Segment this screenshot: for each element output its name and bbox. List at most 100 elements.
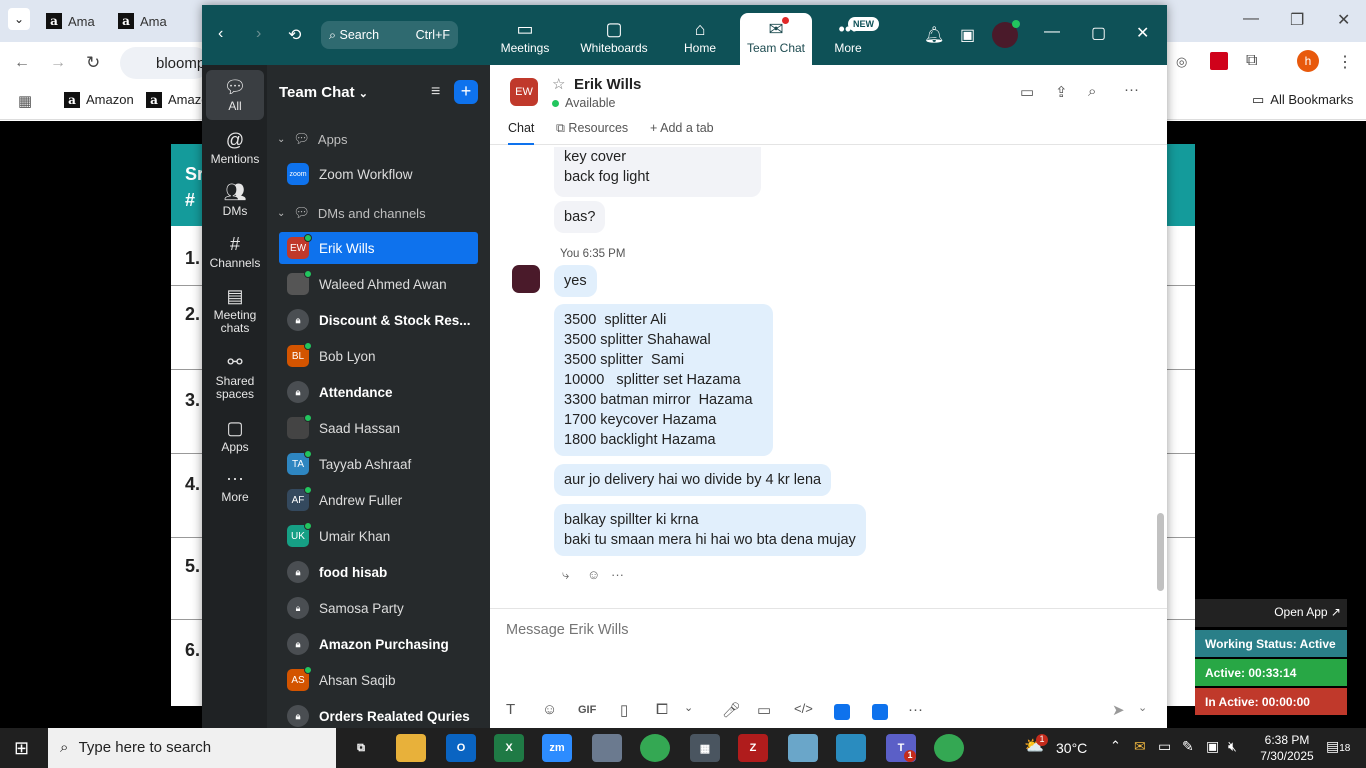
- nav-whiteboards[interactable]: ▢ Whiteboards: [576, 19, 652, 55]
- more-actions-icon[interactable]: ···: [611, 567, 624, 582]
- emoji-reaction-icon[interactable]: ☺: [587, 567, 600, 582]
- rail-meeting-chats[interactable]: ▤ Meeting chats: [206, 285, 264, 335]
- nav-more[interactable]: ••• More NEW: [810, 17, 886, 55]
- nav-team-chat[interactable]: ✉ Team Chat: [740, 13, 812, 65]
- bookmark-item[interactable]: a Amazo: [146, 92, 208, 108]
- rail-dms[interactable]: 👥︎ DMs: [206, 181, 264, 218]
- share-screen-icon[interactable]: ⇪: [1055, 83, 1068, 101]
- list-item[interactable]: UK Umair Khan: [279, 520, 478, 552]
- history-icon[interactable]: ⟲: [288, 25, 301, 45]
- rail-all[interactable]: 💬︎ All: [206, 70, 264, 120]
- list-item[interactable]: Waleed Ahmed Awan: [279, 268, 478, 300]
- list-item-zoom-workflow[interactable]: zoom Zoom Workflow: [279, 158, 478, 190]
- video-message-icon[interactable]: ▭: [757, 701, 771, 719]
- all-bookmarks[interactable]: ▭ All Bookmarks: [1252, 92, 1353, 108]
- network-icon[interactable]: ▣: [1206, 738, 1219, 755]
- rail-more[interactable]: ··· More: [206, 467, 264, 504]
- forward-icon[interactable]: →: [50, 54, 66, 72]
- profile-avatar[interactable]: h: [1297, 50, 1319, 72]
- tray-overflow-icon[interactable]: ⌃: [1110, 738, 1121, 754]
- list-item[interactable]: Saad Hassan: [279, 412, 478, 444]
- taskbar-search[interactable]: ⌕ Type here to search: [48, 728, 336, 768]
- extension-icon[interactable]: ◎: [1176, 54, 1187, 70]
- outlook-icon[interactable]: O: [446, 734, 476, 762]
- task-view-icon[interactable]: ⧉: [346, 734, 376, 762]
- minimize-button[interactable]: —: [1243, 10, 1259, 28]
- rail-apps[interactable]: ▢ Apps: [206, 417, 264, 454]
- scrollbar[interactable]: [1157, 145, 1165, 608]
- weather-icon[interactable]: ⛅ 1: [1024, 734, 1048, 756]
- list-item[interactable]: EW Erik Wills: [279, 232, 478, 264]
- puzzle-icon[interactable]: ⧉: [1246, 52, 1257, 70]
- gif-button[interactable]: GIF: [578, 704, 596, 716]
- rail-channels[interactable]: # Channels: [206, 233, 264, 270]
- rail-mentions[interactable]: @ Mentions: [206, 129, 264, 166]
- tab-chat[interactable]: Chat: [508, 121, 535, 145]
- list-item[interactable]: 🔒︎ Samosa Party: [279, 592, 478, 624]
- more-tools-icon[interactable]: ···: [908, 701, 923, 718]
- new-chat-button[interactable]: +: [454, 80, 478, 104]
- video-call-icon[interactable]: ▭: [1020, 83, 1034, 101]
- teams-icon[interactable]: T1: [886, 734, 916, 762]
- tab-resources[interactable]: ⧉ Resources: [556, 121, 628, 136]
- menu-icon[interactable]: ⋮: [1337, 52, 1353, 72]
- list-item[interactable]: 🔒︎ food hisab: [279, 556, 478, 588]
- chrome-icon[interactable]: [640, 734, 670, 762]
- more-options-icon[interactable]: ···: [1124, 81, 1139, 98]
- excel-icon[interactable]: X: [494, 734, 524, 762]
- close-button[interactable]: ✕: [1337, 10, 1350, 30]
- scrollbar-thumb[interactable]: [1157, 513, 1164, 591]
- file-icon[interactable]: ▯: [620, 701, 628, 719]
- back-icon[interactable]: ←: [14, 54, 30, 72]
- dms-section-header[interactable]: ⌄ 💬︎ DMs and channels: [277, 205, 426, 221]
- apps-section-header[interactable]: ⌄ 💬︎ Apps: [277, 131, 348, 147]
- calculator-icon[interactable]: ▦: [690, 734, 720, 762]
- windows-start-icon[interactable]: ⊞: [14, 738, 29, 759]
- browser-tab[interactable]: a Ama: [118, 8, 167, 34]
- code-snippet-icon[interactable]: </>: [794, 701, 813, 716]
- pen-icon[interactable]: ✎: [1182, 738, 1194, 755]
- app-icon[interactable]: [872, 704, 888, 720]
- maximize-icon[interactable]: ▢: [1091, 23, 1106, 43]
- battery-icon[interactable]: ▭: [1158, 738, 1171, 755]
- reload-icon[interactable]: ↻: [86, 53, 100, 73]
- list-item[interactable]: BL Bob Lyon: [279, 340, 478, 372]
- app-taskbar-icon[interactable]: [836, 734, 866, 762]
- search-box[interactable]: ⌕ Search Ctrl+F: [321, 21, 458, 49]
- team-chat-title[interactable]: Team Chat ⌄: [279, 84, 368, 101]
- nav-meetings[interactable]: ▭ Meetings: [487, 19, 563, 55]
- contact-name[interactable]: Erik Wills: [574, 76, 641, 93]
- list-item[interactable]: 🔒︎ Amazon Purchasing: [279, 628, 478, 660]
- notifications-icon[interactable]: ▤18: [1326, 738, 1350, 755]
- microphone-icon[interactable]: 🎤︎: [722, 701, 741, 719]
- open-app-button[interactable]: Open App ↗: [1195, 599, 1347, 627]
- chevron-down-icon[interactable]: ⌄: [684, 701, 693, 714]
- file-explorer-icon[interactable]: [396, 734, 426, 762]
- bookmark-item[interactable]: a Amazon: [64, 92, 134, 108]
- list-item[interactable]: 🔒︎ Discount & Stock Res...: [279, 304, 478, 336]
- bell-icon[interactable]: 🔔︎: [924, 25, 944, 45]
- send-icon[interactable]: ➤: [1112, 701, 1125, 719]
- chrome-icon[interactable]: [934, 734, 964, 762]
- list-item[interactable]: AF Andrew Fuller: [279, 484, 478, 516]
- tab-search-button[interactable]: ⌄: [8, 8, 30, 30]
- app-icon[interactable]: [834, 704, 850, 720]
- app-taskbar-icon[interactable]: [592, 734, 622, 762]
- emoji-icon[interactable]: ☺: [542, 701, 557, 718]
- add-tab-button[interactable]: + Add a tab: [650, 121, 714, 135]
- filezilla-icon[interactable]: Z: [738, 734, 768, 762]
- star-icon[interactable]: ☆: [552, 75, 565, 93]
- temperature[interactable]: 30°C: [1056, 740, 1087, 756]
- screenshot-icon[interactable]: ⧠: [656, 701, 668, 718]
- zoom-taskbar-icon[interactable]: zm: [542, 734, 572, 762]
- list-item[interactable]: 🔒︎ Attendance: [279, 376, 478, 408]
- back-arrow-icon[interactable]: ‹: [218, 25, 223, 43]
- search-icon[interactable]: ⌕: [1088, 83, 1096, 100]
- avatar[interactable]: [992, 20, 1020, 48]
- address-bar[interactable]: bloomp: [120, 47, 210, 79]
- clock[interactable]: 6:38 PM 7/30/2025: [1256, 732, 1318, 764]
- reply-icon[interactable]: ⤷: [562, 567, 569, 583]
- mail-icon[interactable]: ✉: [1134, 738, 1146, 755]
- pdf-extension-icon[interactable]: [1210, 52, 1228, 70]
- app-taskbar-icon[interactable]: [788, 734, 818, 762]
